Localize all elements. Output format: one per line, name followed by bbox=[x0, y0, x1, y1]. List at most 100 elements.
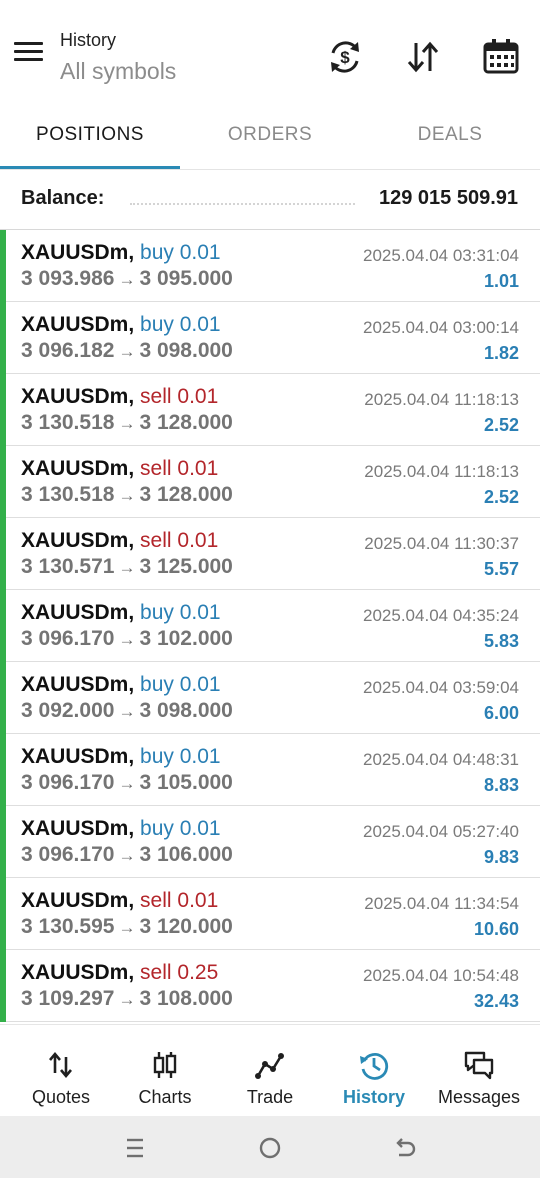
deal-title: XAUUSDm, sell 0.01 bbox=[21, 457, 218, 481]
profit-value: 9.83 bbox=[483, 847, 519, 867]
deal-time: 2025.04.04 05:27:40 bbox=[363, 822, 519, 841]
profit-value: 32.43 bbox=[473, 991, 519, 1011]
nav-trade[interactable]: Trade bbox=[210, 1025, 330, 1117]
open-price: 3 130.595 bbox=[21, 915, 115, 938]
open-price: 3 093.986 bbox=[21, 267, 115, 290]
close-price: 3 128.000 bbox=[139, 483, 233, 506]
position-row[interactable]: XAUUSDm, sell 0.25 3 109.297 → 3 108.000 202… bbox=[0, 950, 540, 1022]
arrow-right-icon: → bbox=[118, 414, 136, 433]
deal-time: 2025.04.04 04:35:24 bbox=[363, 606, 519, 625]
price-range: 3 093.986 → 3 095.000 bbox=[21, 267, 233, 291]
close-price: 3 120.000 bbox=[139, 915, 233, 938]
trade-side: sell bbox=[140, 889, 172, 912]
home-icon[interactable] bbox=[255, 1134, 285, 1162]
nav-charts-label: Charts bbox=[138, 1087, 192, 1107]
position-row[interactable]: XAUUSDm, sell 0.01 3 130.595 → 3 120.000 202… bbox=[0, 878, 540, 950]
currency-exchange-icon[interactable]: $ bbox=[324, 36, 366, 78]
svg-text:$: $ bbox=[340, 48, 350, 67]
recents-icon[interactable] bbox=[120, 1134, 150, 1162]
nav-charts[interactable]: Charts bbox=[104, 1025, 226, 1117]
deal-time: 2025.04.04 10:54:48 bbox=[363, 966, 519, 985]
positions-list: XAUUSDm, buy 0.01 3 093.986 → 3 095.000 2025… bbox=[0, 230, 540, 1022]
trade-line-icon bbox=[254, 1049, 286, 1081]
profit-value: 5.83 bbox=[483, 631, 519, 651]
close-price: 3 128.000 bbox=[139, 411, 233, 434]
separator: , bbox=[128, 457, 141, 480]
price-range: 3 109.297 → 3 108.000 bbox=[21, 987, 233, 1011]
close-price: 3 102.000 bbox=[139, 627, 233, 650]
trade-side: buy bbox=[140, 241, 174, 264]
tab-orders[interactable]: ORDERS bbox=[180, 104, 360, 166]
arrow-right-icon: → bbox=[118, 630, 136, 649]
separator: , bbox=[128, 745, 141, 768]
system-navigation-bar bbox=[0, 1116, 540, 1178]
position-row[interactable]: XAUUSDm, buy 0.01 3 096.170 → 3 102.000 2025… bbox=[0, 590, 540, 662]
separator: , bbox=[128, 241, 141, 264]
position-row[interactable]: XAUUSDm, sell 0.01 3 130.518 → 3 128.000 202… bbox=[0, 446, 540, 518]
trade-side: sell bbox=[140, 385, 172, 408]
profit-indicator-bar bbox=[0, 734, 6, 806]
deal-time: 2025.04.04 03:59:04 bbox=[363, 678, 519, 697]
profit-indicator-bar bbox=[0, 302, 6, 374]
position-row[interactable]: XAUUSDm, buy 0.01 3 092.000 → 3 098.000 2025… bbox=[0, 662, 540, 734]
profit-value: 2.52 bbox=[483, 487, 519, 507]
price-range: 3 092.000 → 3 098.000 bbox=[21, 699, 233, 723]
position-row[interactable]: XAUUSDm, buy 0.01 3 096.182 → 3 098.000 2025… bbox=[0, 302, 540, 374]
trade-volume: 0.01 bbox=[177, 385, 219, 408]
separator: , bbox=[128, 889, 141, 912]
nav-messages[interactable]: Messages bbox=[426, 1025, 532, 1117]
close-price: 3 108.000 bbox=[139, 987, 233, 1010]
open-price: 3 096.182 bbox=[21, 339, 115, 362]
calendar-icon[interactable] bbox=[480, 36, 522, 78]
open-price: 3 096.170 bbox=[21, 843, 115, 866]
quotes-arrows-icon bbox=[45, 1049, 77, 1081]
position-row[interactable]: XAUUSDm, buy 0.01 3 096.170 → 3 106.000 2025… bbox=[0, 806, 540, 878]
profit-indicator-bar bbox=[0, 950, 6, 1022]
position-row[interactable]: XAUUSDm, buy 0.01 3 093.986 → 3 095.000 2025… bbox=[0, 230, 540, 302]
messages-icon bbox=[463, 1049, 495, 1081]
trade-volume: 0.01 bbox=[177, 889, 219, 912]
close-price: 3 105.000 bbox=[139, 771, 233, 794]
position-row[interactable]: XAUUSDm, buy 0.01 3 096.170 → 3 105.000 2025… bbox=[0, 734, 540, 806]
profit-indicator-bar bbox=[0, 374, 6, 446]
symbol: XAUUSDm bbox=[21, 889, 129, 912]
profit-value: 10.60 bbox=[473, 919, 519, 939]
profit-indicator-bar bbox=[0, 446, 6, 518]
trade-volume: 0.01 bbox=[179, 817, 221, 840]
trade-volume: 0.01 bbox=[177, 529, 219, 552]
deal-time: 2025.04.04 11:30:37 bbox=[364, 534, 519, 553]
price-range: 3 130.518 → 3 128.000 bbox=[21, 411, 233, 435]
profit-indicator-bar bbox=[0, 806, 6, 878]
arrow-right-icon: → bbox=[118, 342, 136, 361]
deal-title: XAUUSDm, buy 0.01 bbox=[21, 673, 221, 697]
position-row[interactable]: XAUUSDm, sell 0.01 3 130.571 → 3 125.000 202… bbox=[0, 518, 540, 590]
symbol: XAUUSDm bbox=[21, 529, 129, 552]
tab-positions[interactable]: POSITIONS bbox=[0, 104, 180, 166]
trade-side: buy bbox=[140, 313, 174, 336]
profit-indicator-bar bbox=[0, 878, 6, 950]
position-row[interactable]: XAUUSDm, sell 0.01 3 130.518 → 3 128.000 202… bbox=[0, 374, 540, 446]
nav-history[interactable]: History bbox=[314, 1025, 434, 1117]
trade-volume: 0.01 bbox=[179, 745, 221, 768]
deal-time: 2025.04.04 11:18:13 bbox=[364, 462, 519, 481]
arrow-right-icon: → bbox=[118, 774, 136, 793]
back-icon[interactable] bbox=[390, 1134, 420, 1162]
open-price: 3 096.170 bbox=[21, 771, 115, 794]
close-price: 3 125.000 bbox=[139, 555, 233, 578]
symbol-filter[interactable]: All symbols bbox=[60, 58, 176, 85]
arrow-right-icon: → bbox=[118, 558, 136, 577]
candlestick-icon bbox=[149, 1049, 181, 1081]
profit-indicator-bar bbox=[0, 230, 6, 302]
profit-value: 1.82 bbox=[483, 343, 519, 363]
sort-icon[interactable] bbox=[402, 36, 444, 78]
trade-volume: 0.25 bbox=[177, 961, 219, 984]
symbol: XAUUSDm bbox=[21, 457, 129, 480]
tab-deals[interactable]: DEALS bbox=[360, 104, 540, 166]
price-range: 3 096.170 → 3 106.000 bbox=[21, 843, 233, 867]
separator: , bbox=[128, 385, 141, 408]
balance-dots bbox=[130, 203, 355, 205]
profit-value: 2.52 bbox=[483, 415, 519, 435]
deal-time: 2025.04.04 03:00:14 bbox=[363, 318, 519, 337]
arrow-right-icon: → bbox=[118, 918, 136, 937]
menu-icon[interactable] bbox=[14, 42, 46, 68]
